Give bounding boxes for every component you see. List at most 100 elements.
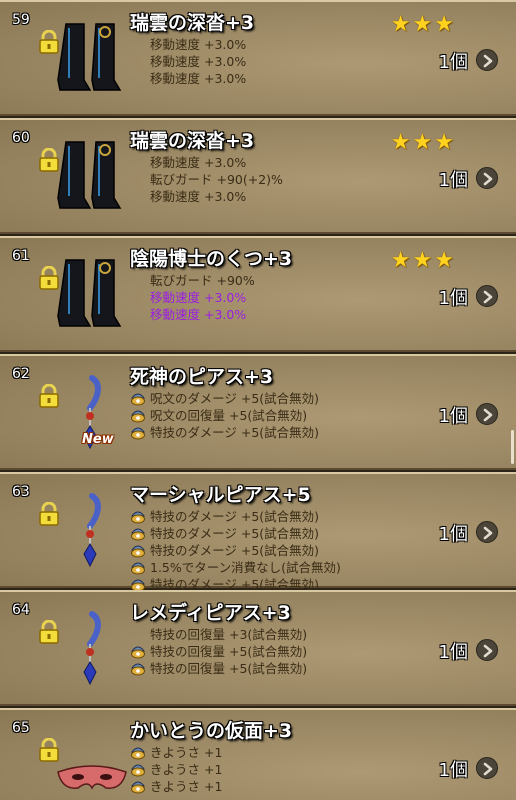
stat-text: 特技のダメージ +5(試合無効) (150, 425, 320, 440)
jewel-slot-icon (130, 425, 146, 440)
stat-text: きようさ +1 (150, 762, 223, 777)
item-stats: 特技のダメージ +5(試合無効) 特技のダメージ +5(試合無効) 特技のダメージ … (130, 508, 430, 593)
stat-line: 1.5%でターン消費なし(試合無効) (130, 559, 430, 576)
stat-text: 移動速度 +3.0% (150, 155, 247, 170)
boots-icon (38, 130, 128, 218)
stat-line: 呪文の回復量 +5(試合無効) (130, 407, 430, 424)
stat-line: 特技のダメージ +5(試合無効) (130, 508, 430, 525)
jewel-slot-icon (130, 391, 146, 406)
stat-line: 移動速度 +3.0% (130, 70, 430, 87)
equipment-row[interactable]: 61 陰陽博士のくつ+3 転びガード +90% 移動速度 +3.0% 移動速度 +3.0… (0, 236, 516, 352)
item-index: 60 (12, 130, 30, 146)
equipment-row[interactable]: 64 レメディピアス+3 特技の回復量 +3(試合無効) 特技の回復量 +5(試合無効… (0, 590, 516, 706)
chevron-right-icon[interactable] (476, 285, 498, 307)
equipment-row[interactable]: 63 マーシャルピアス+5 特技のダメージ +5(試合無効) 特技のダメージ +5(試… (0, 472, 516, 592)
item-name: 陰陽博士のくつ+3 (130, 248, 293, 270)
stat-line: 転びガード +90(+2)% (130, 171, 430, 188)
stat-text: 特技の回復量 +3(試合無効) (150, 627, 308, 642)
stat-text: 移動速度 +3.0% (150, 290, 247, 305)
stat-text: 特技のダメージ +5(試合無効) (150, 526, 320, 541)
equipment-row[interactable]: 62 New 死神のピアス+3 呪文のダメージ +5(試合無効) 呪文の回復量 +5(試… (0, 354, 516, 470)
item-count: 1個 (438, 642, 468, 663)
scrollbar[interactable] (511, 430, 514, 464)
stat-line: 移動速度 +3.0% (130, 188, 430, 205)
stat-line: きようさ +1 (130, 778, 430, 795)
chevron-right-icon[interactable] (476, 639, 498, 661)
item-count: 1個 (438, 288, 468, 309)
rarity-stars: ★★★ (389, 248, 454, 273)
stat-text: 特技のダメージ +5(試合無効) (150, 543, 320, 558)
star-icon: ★ (390, 130, 411, 155)
star-icon: ★ (434, 248, 454, 273)
stat-text: 移動速度 +3.0% (150, 307, 247, 322)
stat-text: 移動速度 +3.0% (150, 37, 247, 52)
item-index: 62 (12, 366, 30, 382)
item-stats: 呪文のダメージ +5(試合無効) 呪文の回復量 +5(試合無効) 特技のダメージ +… (130, 390, 430, 441)
star-icon: ★ (412, 12, 433, 37)
item-stats: 特技の回復量 +3(試合無効) 特技の回復量 +5(試合無効) 特技の回復量 +5(… (130, 626, 430, 677)
chevron-right-icon[interactable] (476, 49, 498, 71)
boots-icon (38, 248, 128, 336)
stat-line: きようさ +1 (130, 761, 430, 778)
chevron-right-icon[interactable] (476, 403, 498, 425)
stat-line: 特技の回復量 +3(試合無効) (130, 626, 430, 643)
stat-text: きようさ +1 (150, 745, 223, 760)
item-index: 65 (12, 720, 30, 736)
star-icon: ★ (412, 130, 433, 155)
jewel-slot-icon (130, 560, 146, 575)
boots-icon (38, 12, 128, 100)
stat-text: 特技の回復量 +5(試合無効) (150, 661, 308, 676)
item-count: 1個 (438, 524, 468, 545)
stat-text: 移動速度 +3.0% (150, 71, 247, 86)
stat-line: 特技のダメージ +5(試合無効) (130, 424, 430, 441)
earring-icon (38, 602, 128, 690)
equipment-row[interactable]: 65 かいとうの仮面+3 きようさ +1 きようさ +1 きようさ +1 1個 (0, 708, 516, 800)
chevron-right-icon[interactable] (476, 521, 498, 543)
stat-line: 呪文のダメージ +5(試合無効) (130, 390, 430, 407)
new-badge: New (82, 432, 114, 447)
rarity-stars: ★★★ (389, 130, 454, 155)
jewel-slot-icon (130, 509, 146, 524)
stat-text: 特技のダメージ +5(試合無効) (150, 509, 320, 524)
star-icon: ★ (390, 12, 411, 37)
star-icon: ★ (434, 12, 454, 37)
stat-line: 特技の回復量 +5(試合無効) (130, 660, 430, 677)
item-stats: 移動速度 +3.0% 転びガード +90(+2)% 移動速度 +3.0% (130, 154, 430, 205)
jewel-slot-icon (130, 644, 146, 659)
item-count: 1個 (438, 760, 468, 781)
item-index: 64 (12, 602, 30, 618)
stat-text: 移動速度 +3.0% (150, 54, 247, 69)
stat-line: 移動速度 +3.0% (130, 306, 430, 323)
item-count: 1個 (438, 52, 468, 73)
stat-line: きようさ +1 (130, 744, 430, 761)
stat-line: 移動速度 +3.0% (130, 154, 430, 171)
stat-text: 1.5%でターン消費なし(試合無効) (150, 560, 341, 575)
item-stats: 転びガード +90% 移動速度 +3.0% 移動速度 +3.0% (130, 272, 430, 323)
stat-text: 呪文の回復量 +5(試合無効) (150, 408, 308, 423)
jewel-slot-icon (130, 762, 146, 777)
item-index: 61 (12, 248, 30, 264)
item-name: かいとうの仮面+3 (130, 720, 293, 742)
jewel-slot-icon (130, 526, 146, 541)
stat-line: 移動速度 +3.0% (130, 36, 430, 53)
equipment-row[interactable]: 59 瑞雲の深沓+3 移動速度 +3.0% 移動速度 +3.0% 移動速度 +3.0% ★… (0, 0, 516, 116)
stat-line: 特技のダメージ +5(試合無効) (130, 525, 430, 542)
item-count: 1個 (438, 170, 468, 191)
item-name: 瑞雲の深沓+3 (130, 12, 255, 34)
equipment-row[interactable]: 60 瑞雲の深沓+3 移動速度 +3.0% 転びガード +90(+2)% 移動速度 +3… (0, 118, 516, 234)
stat-text: きようさ +1 (150, 779, 223, 794)
stat-line: 転びガード +90% (130, 272, 430, 289)
item-stats: 移動速度 +3.0% 移動速度 +3.0% 移動速度 +3.0% (130, 36, 430, 87)
chevron-right-icon[interactable] (476, 167, 498, 189)
equipment-list[interactable]: 59 瑞雲の深沓+3 移動速度 +3.0% 移動速度 +3.0% 移動速度 +3.0% ★… (0, 0, 516, 800)
jewel-slot-icon (130, 408, 146, 423)
star-icon: ★ (390, 248, 411, 273)
item-count: 1個 (438, 406, 468, 427)
star-icon: ★ (412, 248, 433, 273)
rarity-stars: ★★★ (389, 12, 454, 37)
stat-line: 特技の回復量 +5(試合無効) (130, 643, 430, 660)
item-index: 59 (12, 12, 30, 28)
chevron-right-icon[interactable] (476, 757, 498, 779)
item-name: 瑞雲の深沓+3 (130, 130, 255, 152)
item-name: レメディピアス+3 (130, 602, 291, 624)
